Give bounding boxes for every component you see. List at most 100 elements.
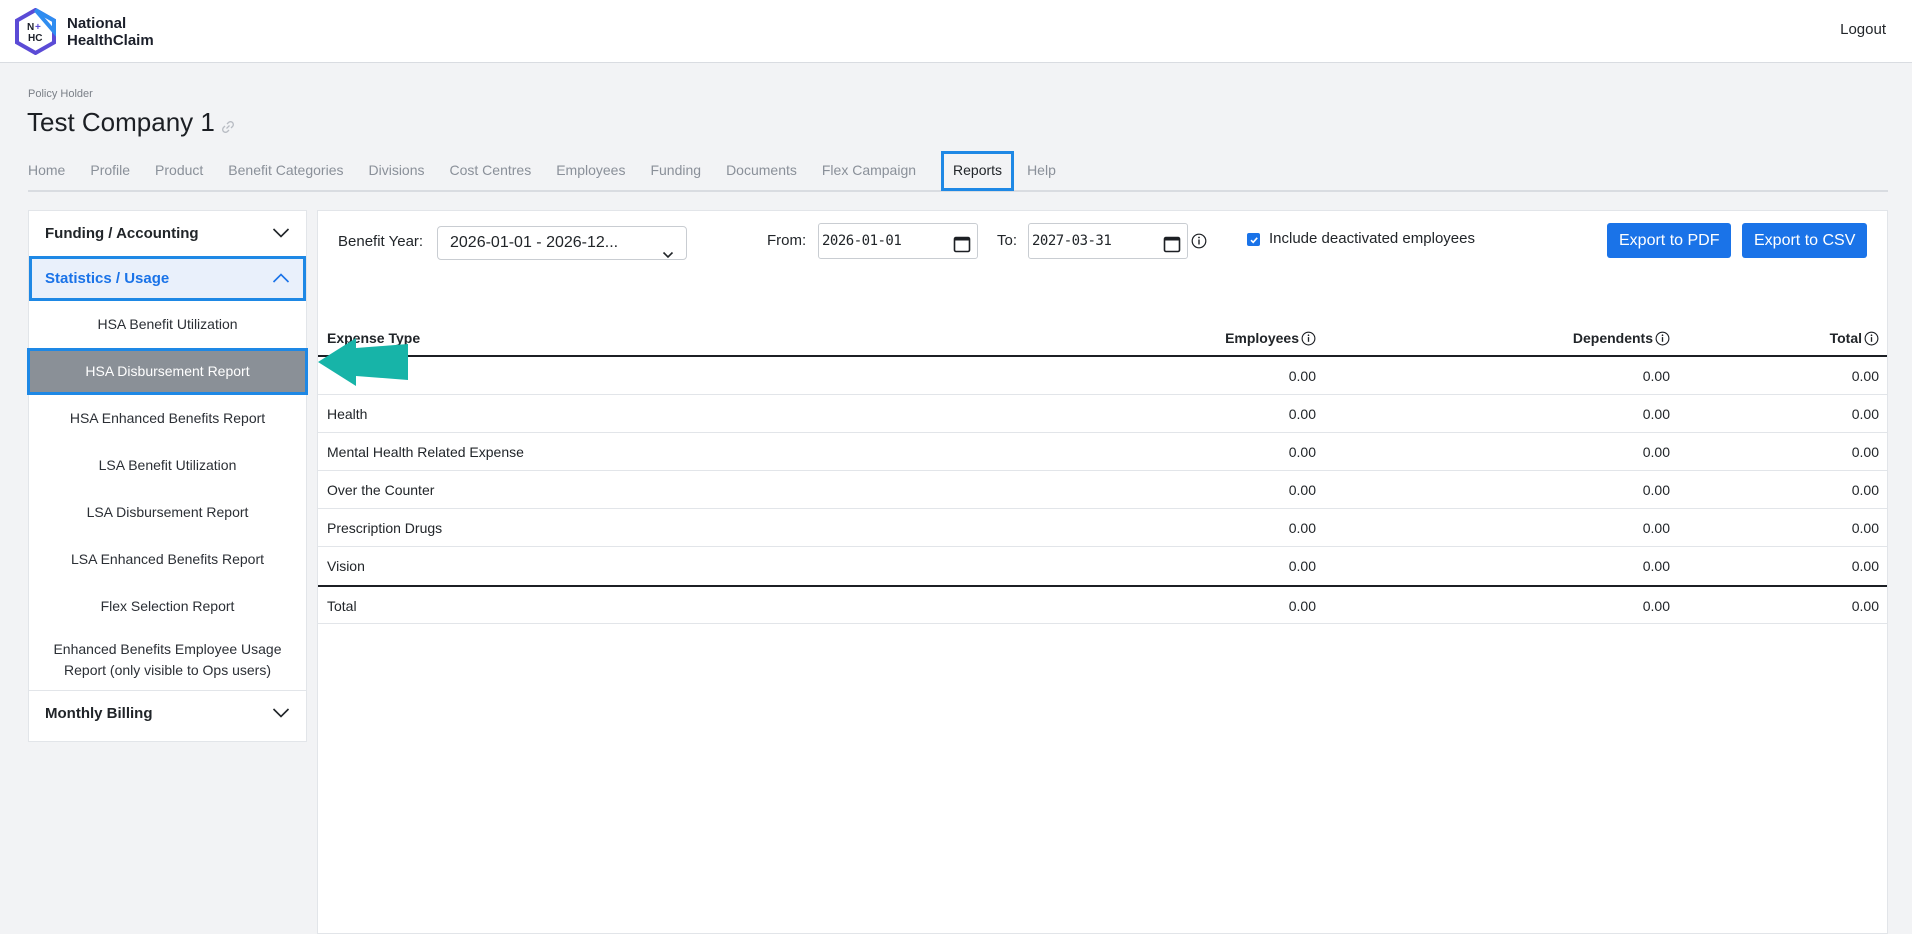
disbursement-table: Expense Type Employees Dependents Total …	[318, 319, 1887, 624]
header-total: Total	[1830, 319, 1879, 357]
report-enhanced-benefits-employee-usage[interactable]: Enhanced Benefits Employee Usage Report …	[29, 630, 306, 690]
cell-total: 0.00	[1851, 482, 1879, 498]
cell-dependents: 0.00	[1642, 482, 1670, 498]
tab-help[interactable]: Help	[1027, 152, 1068, 190]
header-employees: Employees	[1225, 319, 1316, 357]
info-icon	[1655, 331, 1670, 345]
cell-dependents: 0.00	[1642, 558, 1670, 574]
link-icon[interactable]	[221, 110, 235, 141]
total-amount: 0.00	[1851, 598, 1879, 614]
tab-profile[interactable]: Profile	[90, 152, 142, 190]
export-pdf-button[interactable]: Export to PDF	[1607, 223, 1732, 258]
tab-flex-campaign[interactable]: Flex Campaign	[822, 152, 928, 190]
report-lsa-enhanced-benefits[interactable]: LSA Enhanced Benefits Report	[29, 536, 306, 583]
section-statistics-usage-label: Statistics / Usage	[45, 270, 170, 287]
table-row: 0.00 0.00 0.00	[318, 357, 1887, 395]
tab-reports[interactable]: Reports	[941, 151, 1015, 191]
info-icon	[1864, 331, 1879, 345]
table-row: Health 0.00 0.00 0.00	[318, 395, 1887, 433]
cell-total: 0.00	[1851, 406, 1879, 422]
section-funding-accounting-label: Funding / Accounting	[45, 225, 199, 242]
report-hsa-benefit-utilization[interactable]: HSA Benefit Utilization	[29, 301, 306, 348]
report-panel: Benefit Year: 2026-01-01 - 2026-12... Fr…	[317, 210, 1888, 934]
benefit-year-select[interactable]: 2026-01-01 - 2026-12...	[437, 226, 687, 260]
cell-expense-type: Over the Counter	[327, 482, 435, 498]
tab-employees[interactable]: Employees	[556, 152, 637, 190]
brand-name: National HealthClaim	[67, 15, 154, 49]
to-date-value: 2027-03-31	[1032, 233, 1112, 249]
cell-employees: 0.00	[1288, 368, 1316, 384]
from-date-input[interactable]: 2026-01-01	[818, 223, 978, 259]
table-total-row: Total 0.00 0.00 0.00	[318, 585, 1887, 624]
export-csv-button[interactable]: Export to CSV	[1742, 223, 1868, 258]
report-filters: Benefit Year: 2026-01-01 - 2026-12... Fr…	[318, 211, 1887, 271]
report-flex-selection[interactable]: Flex Selection Report	[29, 583, 306, 630]
total-label: Total	[327, 598, 357, 614]
brand-name-line2: HealthClaim	[67, 31, 154, 49]
tab-benefit-categories[interactable]: Benefit Categories	[228, 152, 355, 190]
tab-documents[interactable]: Documents	[726, 152, 809, 190]
cell-dependents: 0.00	[1642, 520, 1670, 536]
info-icon	[1301, 331, 1316, 345]
table-row: Over the Counter 0.00 0.00 0.00	[318, 471, 1887, 509]
annotation-arrow-icon	[318, 336, 410, 393]
cell-total: 0.00	[1851, 368, 1879, 384]
cell-expense-type: Vision	[327, 558, 365, 574]
report-lsa-disbursement[interactable]: LSA Disbursement Report	[29, 489, 306, 536]
calendar-icon[interactable]	[953, 232, 971, 266]
svg-text:N: N	[27, 22, 34, 33]
tab-funding[interactable]: Funding	[650, 152, 713, 190]
table-row: Vision 0.00 0.00 0.00	[318, 547, 1887, 585]
section-monthly-billing-label: Monthly Billing	[45, 704, 153, 722]
total-employees: 0.00	[1288, 598, 1316, 614]
report-hsa-disbursement[interactable]: HSA Disbursement Report	[27, 348, 308, 395]
tab-product[interactable]: Product	[155, 152, 215, 190]
cell-total: 0.00	[1851, 520, 1879, 536]
table-row: Prescription Drugs 0.00 0.00 0.00	[318, 509, 1887, 547]
chevron-down-icon	[272, 706, 290, 723]
brand-name-line1: National	[67, 14, 127, 32]
policy-holder-label: Policy Holder	[28, 88, 93, 100]
logo-badge-icon: N + HC	[12, 7, 59, 56]
brand-logo[interactable]: N + HC National HealthClaim	[12, 7, 154, 56]
benefit-year-value: 2026-01-01 - 2026-12...	[450, 234, 619, 251]
cell-expense-type: Prescription Drugs	[327, 520, 443, 536]
section-statistics-usage[interactable]: Statistics / Usage	[29, 256, 306, 301]
header-total-label: Total	[1829, 330, 1862, 346]
section-funding-accounting[interactable]: Funding / Accounting	[29, 211, 306, 256]
benefit-year-label: Benefit Year:	[338, 233, 424, 250]
chevron-up-icon	[272, 271, 290, 288]
report-hsa-enhanced-benefits[interactable]: HSA Enhanced Benefits Report	[29, 395, 306, 442]
header-dependents-label: Dependents	[1572, 330, 1653, 346]
report-lsa-benefit-utilization[interactable]: LSA Benefit Utilization	[29, 442, 306, 489]
reports-sidebar: Funding / Accounting Statistics / Usage …	[27, 210, 308, 742]
company-name: Test Company 1	[27, 107, 215, 137]
section-monthly-billing[interactable]: Monthly Billing	[29, 690, 306, 735]
cell-expense-type: Health	[327, 406, 368, 422]
svg-text:HC: HC	[28, 33, 42, 44]
page-title: Test Company 1	[27, 104, 235, 141]
cell-employees: 0.00	[1288, 558, 1316, 574]
to-label: To:	[997, 232, 1018, 249]
table-row: Mental Health Related Expense 0.00 0.00 …	[318, 433, 1887, 471]
tab-divisions[interactable]: Divisions	[368, 152, 436, 190]
svg-text:+: +	[35, 22, 41, 33]
calendar-icon[interactable]	[1163, 232, 1181, 266]
top-bar: N + HC National HealthClaim Logout	[0, 0, 1912, 63]
include-deactivated-checkbox[interactable]	[1247, 233, 1260, 246]
total-dependents: 0.00	[1642, 598, 1670, 614]
tab-home[interactable]: Home	[28, 152, 77, 190]
cell-employees: 0.00	[1288, 406, 1316, 422]
date-range-info-icon[interactable]	[1191, 233, 1207, 254]
tab-cost-centres[interactable]: Cost Centres	[450, 152, 544, 190]
include-deactivated-label[interactable]: Include deactivated employees	[1269, 230, 1475, 247]
logout-link[interactable]: Logout	[1840, 21, 1886, 38]
cell-employees: 0.00	[1288, 444, 1316, 460]
chevron-down-icon	[272, 226, 290, 243]
chevron-down-icon	[662, 239, 674, 271]
to-date-input[interactable]: 2027-03-31	[1028, 223, 1188, 259]
header-dependents: Dependents	[1573, 319, 1670, 357]
cell-total: 0.00	[1851, 558, 1879, 574]
from-label: From:	[767, 232, 807, 249]
cell-expense-type: Mental Health Related Expense	[327, 444, 524, 460]
